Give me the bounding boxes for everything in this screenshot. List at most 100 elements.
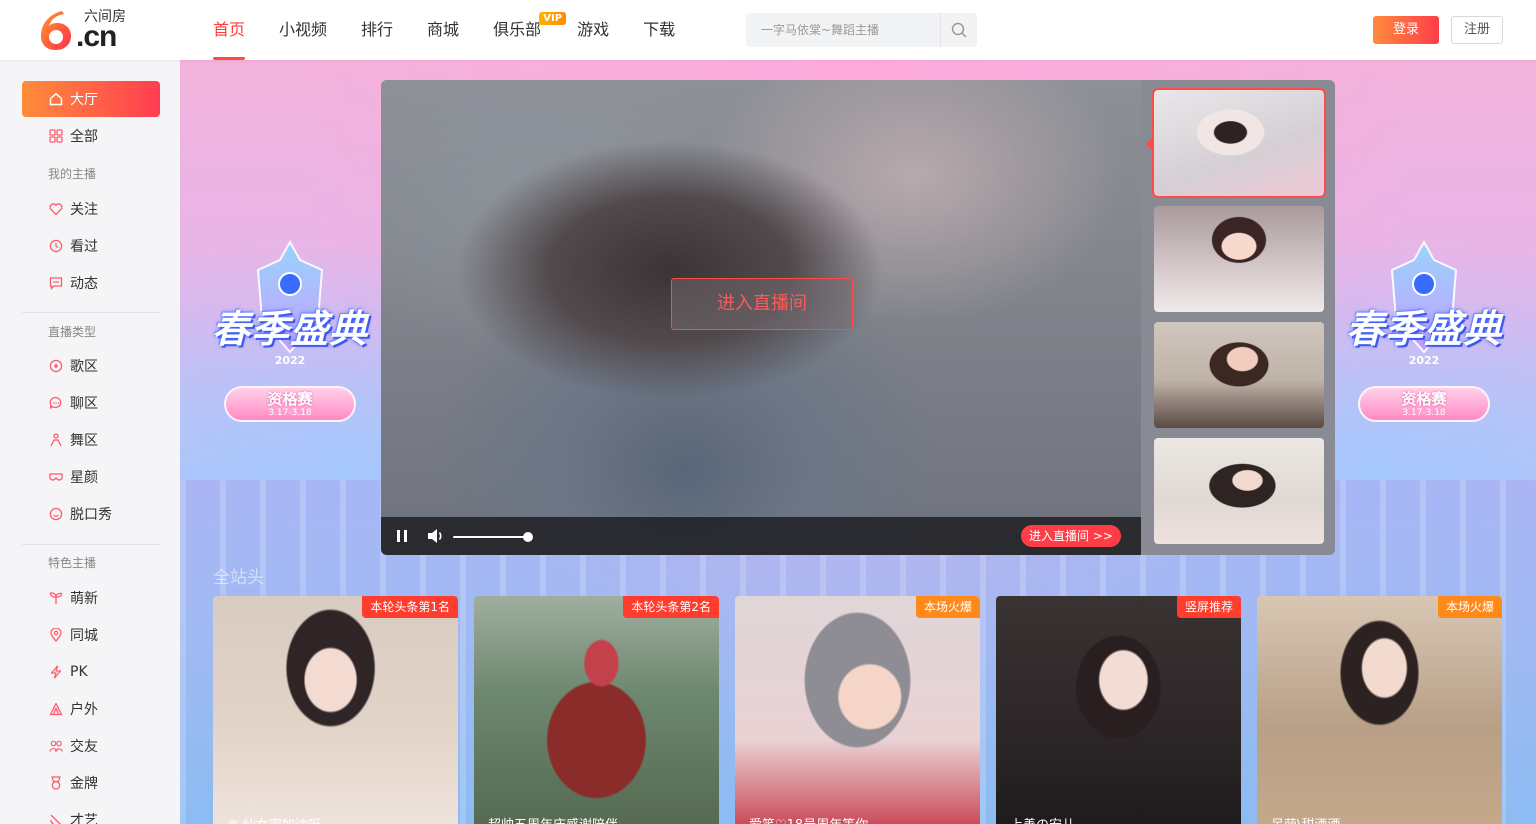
sidebar-item-follow[interactable]: 关注 bbox=[22, 191, 160, 227]
nav-games[interactable]: 游戏 bbox=[560, 0, 626, 60]
sidebar-divider bbox=[22, 544, 160, 545]
nav-download-label: 下载 bbox=[643, 20, 676, 39]
grid-icon bbox=[48, 128, 64, 144]
card-anchor-name: 呆萌\甜酒酒 bbox=[1271, 814, 1340, 824]
sidebar-item-label: 才艺 bbox=[70, 813, 98, 824]
nav-short-video[interactable]: 小视频 bbox=[262, 0, 344, 60]
sidebar-item-label: 关注 bbox=[70, 202, 98, 218]
volume-slider-handle[interactable] bbox=[523, 532, 533, 542]
banner-pill-date: 3.17-3.18 bbox=[268, 408, 312, 418]
tent-icon bbox=[48, 701, 64, 717]
sidebar-item-talent[interactable]: 才艺 bbox=[22, 802, 160, 824]
sidebar-item-label: 舞区 bbox=[70, 433, 98, 449]
nav-mall-label: 商城 bbox=[427, 20, 460, 39]
card-anchor-name: 超帅五周年庆感谢陪伴 bbox=[488, 814, 618, 824]
event-banner-right[interactable]: 春季盛典 2022 资格赛 3.17-3.18 bbox=[1334, 240, 1514, 430]
sidebar-item-outdoor[interactable]: 户外 bbox=[22, 691, 160, 727]
nav-ranking[interactable]: 排行 bbox=[344, 0, 410, 60]
sidebar-item-gold[interactable]: 金牌 bbox=[22, 765, 160, 801]
sidebar-item-label: 户外 bbox=[70, 702, 98, 718]
sidebar-item-all[interactable]: 全部 bbox=[22, 118, 160, 154]
banner-pill: 资格赛 3.17-3.18 bbox=[224, 386, 356, 422]
enter-room-small-button[interactable]: 进入直播间 >> bbox=[1021, 525, 1121, 547]
music-icon bbox=[48, 358, 64, 374]
logo-text: .cn bbox=[76, 20, 117, 53]
mask-icon bbox=[48, 469, 64, 485]
medal-icon bbox=[48, 775, 64, 791]
nav-mall[interactable]: 商城 bbox=[410, 0, 476, 60]
anchor-thumbnail-list bbox=[1141, 80, 1335, 555]
sidebar-item-label: 交友 bbox=[70, 739, 98, 755]
sidebar-item-chat[interactable]: 聊区 bbox=[22, 385, 160, 421]
search-icon bbox=[951, 22, 967, 38]
card-badge: 本轮头条第1名 bbox=[362, 596, 458, 618]
card-badge: 本场火爆 bbox=[915, 596, 980, 618]
card-badge: 本场火爆 bbox=[1437, 596, 1502, 618]
pause-icon[interactable] bbox=[395, 529, 409, 543]
smile-icon bbox=[48, 506, 64, 522]
video-preview[interactable]: 进入直播间 进入直播间 >> bbox=[381, 80, 1141, 555]
nav-home-label: 首页 bbox=[213, 20, 246, 39]
anchor-card[interactable]: 本轮头条第1名 ♛ 仙女密加油呀 bbox=[213, 596, 458, 824]
sidebar-item-dance[interactable]: 舞区 bbox=[22, 422, 160, 458]
top-header: 六间房 .cn 首页 小视频 排行 商城 俱乐部 VIP 游戏 下载 登录 注册 bbox=[0, 0, 1536, 60]
main-nav: 首页 小视频 排行 商城 俱乐部 VIP 游戏 下载 bbox=[196, 0, 692, 60]
sidebar-item-beauty[interactable]: 星颜 bbox=[22, 459, 160, 495]
sidebar-item-label: 星颜 bbox=[70, 470, 98, 486]
nav-download[interactable]: 下载 bbox=[626, 0, 692, 60]
left-sidebar: 大厅 全部 我的主播 关注 看过 动态 直播类型 歌区 聊区 舞区 星颜 脱口秀… bbox=[0, 60, 180, 824]
anchor-thumbnail[interactable] bbox=[1154, 206, 1324, 312]
section-featured-anchors: 特色主播 bbox=[48, 556, 97, 570]
sidebar-item-local[interactable]: 同城 bbox=[22, 617, 160, 653]
search-input[interactable] bbox=[746, 13, 940, 47]
nav-games-label: 游戏 bbox=[577, 20, 610, 39]
section-live-types: 直播类型 bbox=[48, 325, 97, 339]
nav-short-video-label: 小视频 bbox=[279, 20, 328, 39]
sidebar-item-history[interactable]: 看过 bbox=[22, 228, 160, 264]
site-logo[interactable]: 六间房 .cn bbox=[38, 8, 138, 52]
sidebar-item-lobby[interactable]: 大厅 bbox=[22, 81, 160, 117]
nav-ranking-label: 排行 bbox=[361, 20, 394, 39]
anchor-thumbnail[interactable] bbox=[1154, 438, 1324, 544]
card-anchor-name: ♛ 仙女密加油呀 bbox=[227, 814, 321, 824]
anchor-card[interactable]: 本场火爆 爱笑♡18号周年等你 bbox=[735, 596, 980, 824]
card-badge: 竖屏推荐 bbox=[1176, 596, 1241, 618]
anchor-card[interactable]: 本场火爆 呆萌\甜酒酒 bbox=[1257, 596, 1502, 824]
talent-icon bbox=[48, 812, 64, 824]
volume-slider[interactable] bbox=[453, 536, 528, 538]
nav-club[interactable]: 俱乐部 VIP bbox=[476, 0, 567, 60]
card-badge: 本轮头条第2名 bbox=[623, 596, 719, 618]
sidebar-item-label: 聊区 bbox=[70, 396, 98, 412]
search-button[interactable] bbox=[940, 13, 977, 47]
banner-title: 春季盛典 bbox=[211, 307, 368, 351]
event-banner-left[interactable]: 春季盛典 2022 资格赛 3.17-3.18 bbox=[200, 240, 380, 430]
banner-pill-main: 资格赛 bbox=[267, 390, 313, 408]
sidebar-item-label: 脱口秀 bbox=[70, 507, 112, 523]
sidebar-item-label: 看过 bbox=[70, 239, 98, 255]
register-button[interactable]: 注册 bbox=[1451, 16, 1503, 44]
anchor-thumbnail[interactable] bbox=[1154, 322, 1324, 428]
section-my-anchors: 我的主播 bbox=[48, 167, 97, 181]
sidebar-item-newbie[interactable]: 萌新 bbox=[22, 580, 160, 616]
sidebar-item-feed[interactable]: 动态 bbox=[22, 265, 160, 301]
sidebar-item-talkshow[interactable]: 脱口秀 bbox=[22, 496, 160, 532]
enter-room-button[interactable]: 进入直播间 bbox=[671, 278, 853, 330]
anchor-thumbnail[interactable] bbox=[1152, 88, 1326, 198]
nav-home[interactable]: 首页 bbox=[196, 0, 262, 60]
anchor-card[interactable]: 本轮头条第2名 超帅五周年庆感谢陪伴 bbox=[474, 596, 719, 824]
volume-icon[interactable] bbox=[427, 528, 445, 544]
location-icon bbox=[48, 627, 64, 643]
logo-six-icon bbox=[41, 11, 71, 50]
active-arrow-icon bbox=[1146, 138, 1152, 150]
sprout-icon bbox=[48, 590, 64, 606]
banner-year: 2022 bbox=[274, 354, 306, 367]
sidebar-item-dating[interactable]: 交友 bbox=[22, 728, 160, 764]
card-anchor-name: 上善の安儿 bbox=[1010, 814, 1075, 824]
sidebar-item-label: 歌区 bbox=[70, 359, 98, 375]
login-button[interactable]: 登录 bbox=[1373, 16, 1439, 44]
home-icon bbox=[48, 91, 64, 107]
banner-year: 2022 bbox=[1408, 354, 1440, 367]
sidebar-item-pk[interactable]: PK bbox=[22, 654, 160, 690]
anchor-card[interactable]: 竖屏推荐 上善の安儿 bbox=[996, 596, 1241, 824]
sidebar-item-singing[interactable]: 歌区 bbox=[22, 348, 160, 384]
